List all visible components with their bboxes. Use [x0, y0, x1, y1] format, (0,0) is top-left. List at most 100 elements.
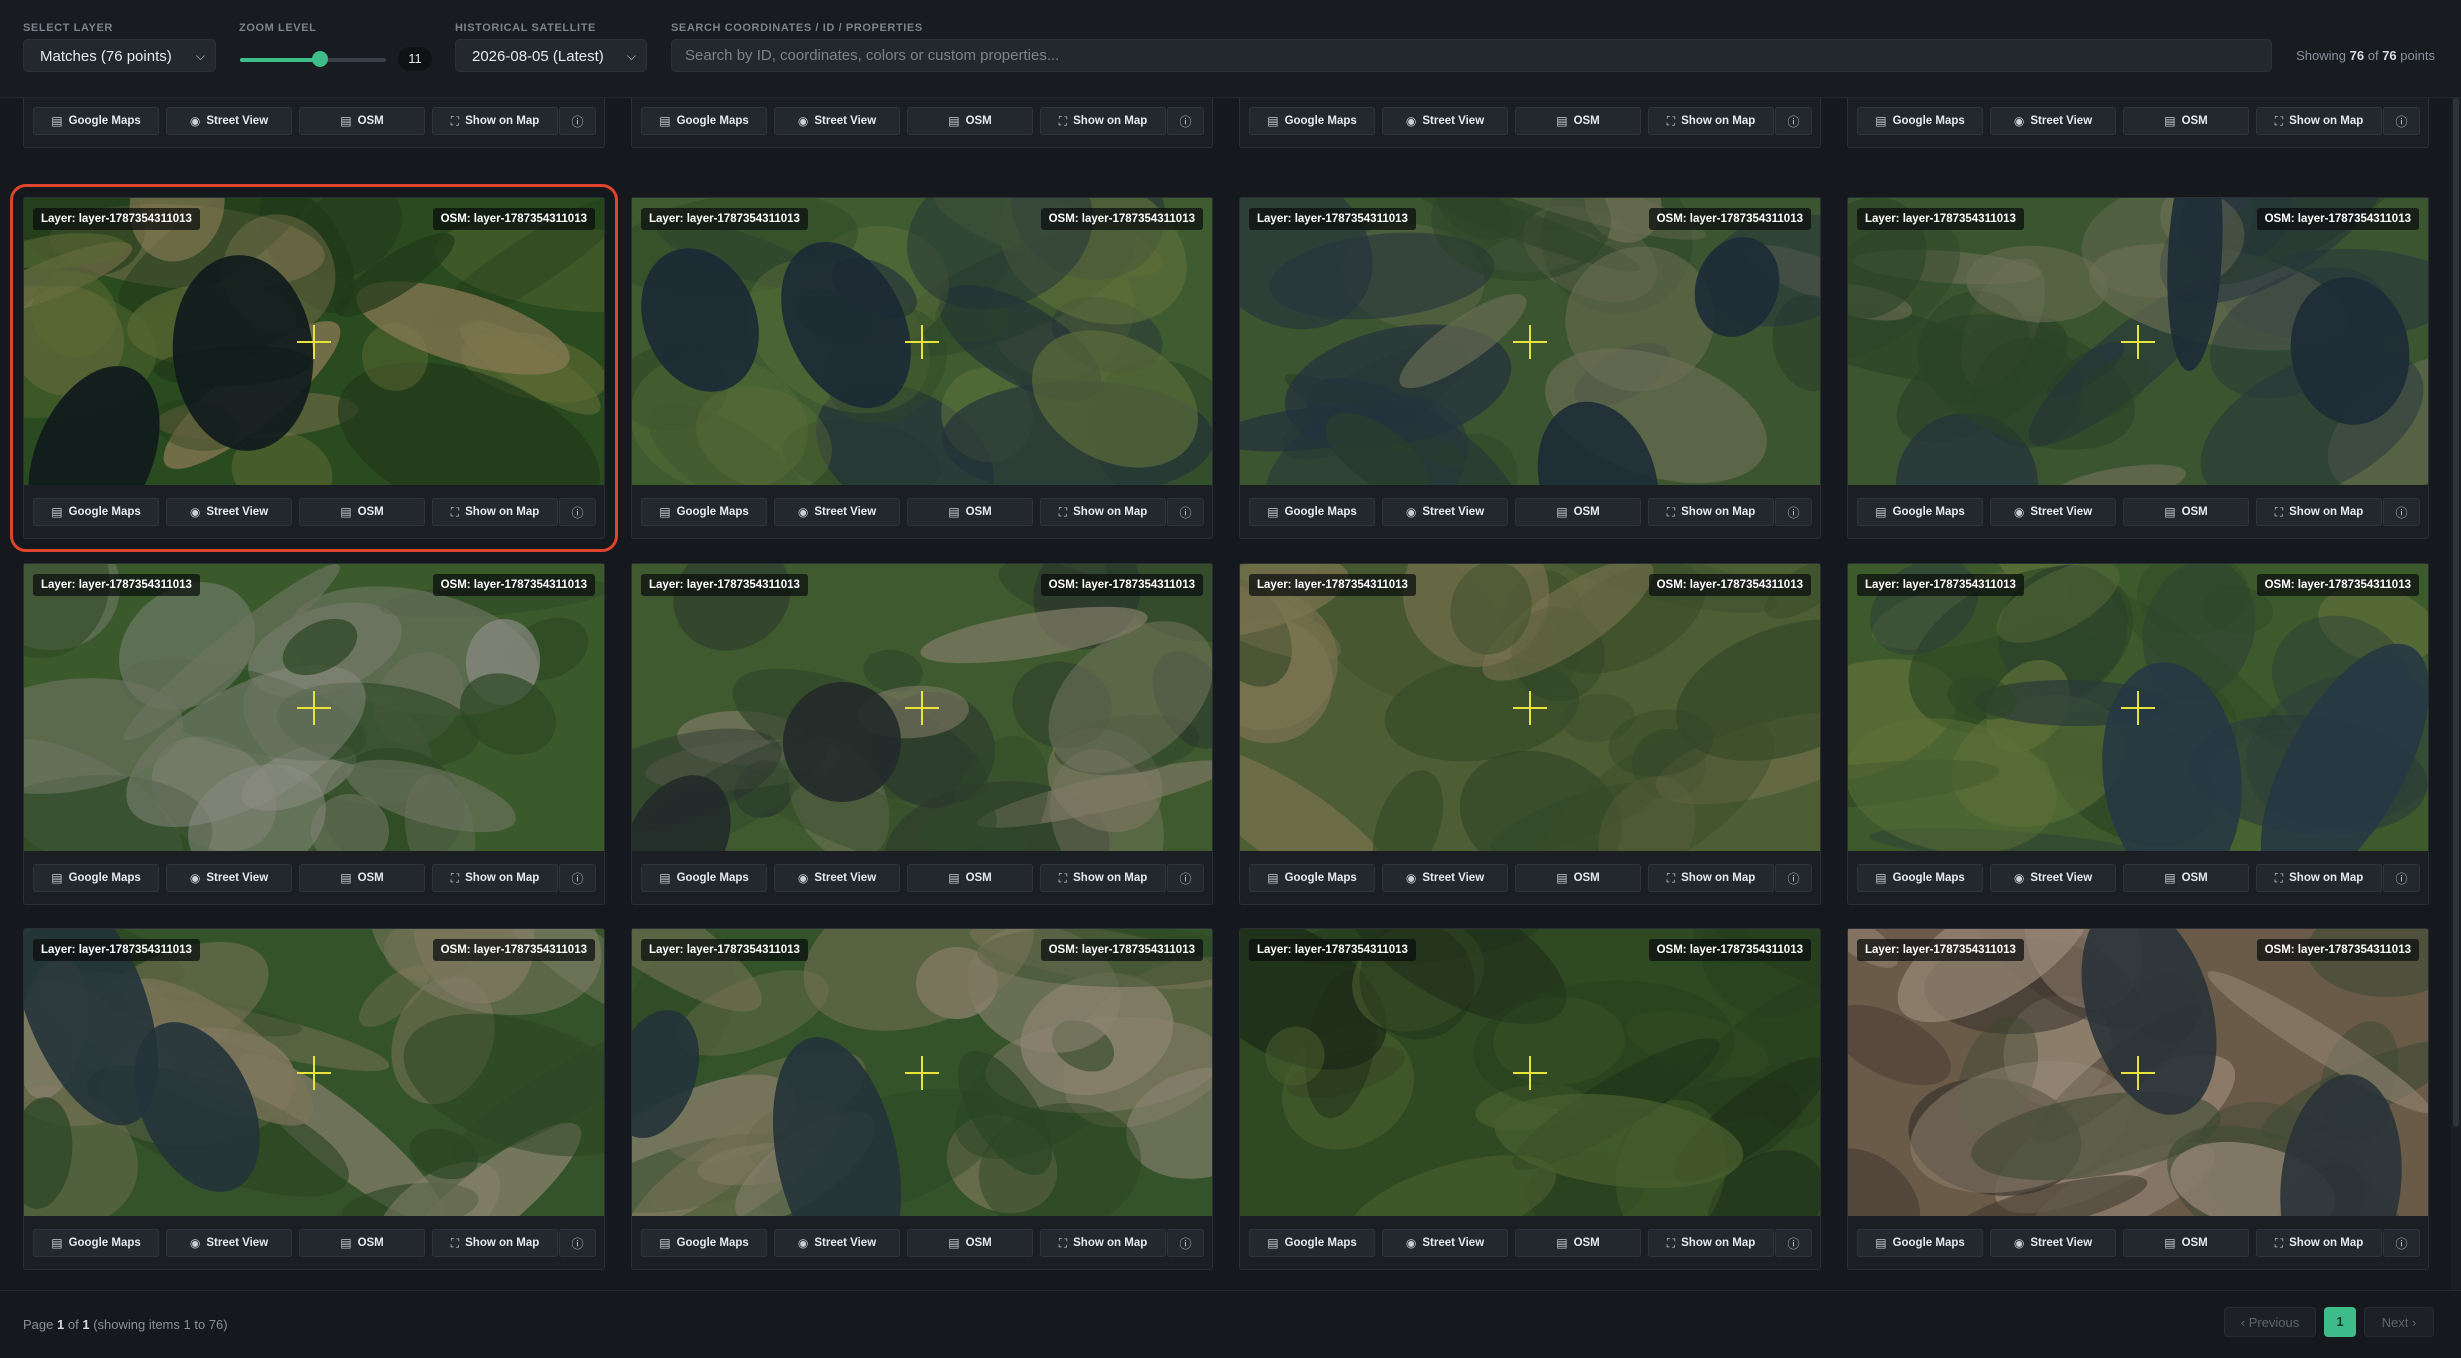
show-on-map-button[interactable]: ⛶ Show on Map — [1040, 498, 1166, 526]
street-view-button[interactable]: ◉ Street View — [166, 107, 292, 135]
show-on-map-button[interactable]: ⛶ Show on Map — [1040, 107, 1166, 135]
osm-button[interactable]: ▤ OSM — [299, 1229, 425, 1257]
show-on-map-button[interactable]: ⛶ Show on Map — [2256, 864, 2382, 892]
result-card[interactable]: Layer: layer-1787354311013 OSM: layer-17… — [631, 197, 1213, 539]
osm-button[interactable]: ▤ OSM — [907, 864, 1033, 892]
street-view-button[interactable]: ◉ Street View — [1382, 1229, 1508, 1257]
google-maps-button[interactable]: ▤ Google Maps — [33, 1229, 159, 1257]
osm-button[interactable]: ▤ OSM — [907, 498, 1033, 526]
google-maps-button[interactable]: ▤ Google Maps — [1857, 107, 1983, 135]
street-view-button[interactable]: ◉ Street View — [1990, 498, 2116, 526]
osm-button[interactable]: ▤ OSM — [907, 1229, 1033, 1257]
street-view-button[interactable]: ◉ Street View — [774, 864, 900, 892]
show-on-map-button[interactable]: ⛶ Show on Map — [432, 498, 558, 526]
info-button[interactable]: ⓘ — [1167, 107, 1204, 135]
street-view-button[interactable]: ◉ Street View — [1382, 498, 1508, 526]
google-maps-button[interactable]: ▤ Google Maps — [1249, 498, 1375, 526]
google-maps-button[interactable]: ▤ Google Maps — [33, 107, 159, 135]
show-on-map-button[interactable]: ⛶ Show on Map — [2256, 1229, 2382, 1257]
satellite-thumbnail[interactable]: Layer: layer-1787354311013 OSM: layer-17… — [632, 198, 1212, 485]
osm-button[interactable]: ▤ OSM — [907, 107, 1033, 135]
info-button[interactable]: ⓘ — [1775, 498, 1812, 526]
info-button[interactable]: ⓘ — [1775, 864, 1812, 892]
satellite-thumbnail[interactable]: Layer: layer-1787354311013 OSM: layer-17… — [632, 929, 1212, 1216]
result-card[interactable]: Layer: layer-1787354311013 OSM: layer-17… — [10, 184, 618, 552]
osm-button[interactable]: ▤ OSM — [299, 498, 425, 526]
google-maps-button[interactable]: ▤ Google Maps — [641, 107, 767, 135]
osm-button[interactable]: ▤ OSM — [2123, 1229, 2249, 1257]
search-input[interactable] — [671, 39, 2272, 72]
street-view-button[interactable]: ◉ Street View — [1990, 107, 2116, 135]
google-maps-button[interactable]: ▤ Google Maps — [641, 864, 767, 892]
previous-button[interactable]: ‹ Previous — [2224, 1307, 2316, 1337]
osm-button[interactable]: ▤ OSM — [2123, 107, 2249, 135]
result-card[interactable]: Layer: layer-1787354311013 OSM: layer-17… — [1847, 563, 2429, 905]
show-on-map-button[interactable]: ⛶ Show on Map — [1648, 498, 1774, 526]
osm-button[interactable]: ▤ OSM — [1515, 1229, 1641, 1257]
satellite-thumbnail[interactable]: Layer: layer-1787354311013 OSM: layer-17… — [1848, 198, 2428, 485]
satellite-thumbnail[interactable]: Layer: layer-1787354311013 OSM: layer-17… — [24, 564, 604, 851]
street-view-button[interactable]: ◉ Street View — [1382, 864, 1508, 892]
show-on-map-button[interactable]: ⛶ Show on Map — [1648, 1229, 1774, 1257]
satellite-thumbnail[interactable]: Layer: layer-1787354311013 OSM: layer-17… — [1848, 564, 2428, 851]
show-on-map-button[interactable]: ⛶ Show on Map — [432, 1229, 558, 1257]
satellite-thumbnail[interactable]: Layer: layer-1787354311013 OSM: layer-17… — [632, 564, 1212, 851]
street-view-button[interactable]: ◉ Street View — [1990, 1229, 2116, 1257]
osm-button[interactable]: ▤ OSM — [1515, 498, 1641, 526]
result-card[interactable]: Layer: layer-1787354311013 OSM: layer-17… — [1239, 197, 1821, 539]
show-on-map-button[interactable]: ⛶ Show on Map — [1040, 864, 1166, 892]
street-view-button[interactable]: ◉ Street View — [774, 107, 900, 135]
layer-select[interactable]: Matches (76 points) ⌵ — [23, 39, 216, 72]
satellite-thumbnail[interactable]: Layer: layer-1787354311013 OSM: layer-17… — [1240, 929, 1820, 1216]
info-button[interactable]: ⓘ — [2383, 1229, 2420, 1257]
show-on-map-button[interactable]: ⛶ Show on Map — [432, 107, 558, 135]
satellite-thumbnail[interactable]: Layer: layer-1787354311013 OSM: layer-17… — [1240, 564, 1820, 851]
show-on-map-button[interactable]: ⛶ Show on Map — [2256, 498, 2382, 526]
scrollbar[interactable] — [2451, 97, 2461, 1290]
google-maps-button[interactable]: ▤ Google Maps — [1249, 1229, 1375, 1257]
street-view-button[interactable]: ◉ Street View — [1990, 864, 2116, 892]
satellite-thumbnail[interactable]: Layer: layer-1787354311013 OSM: layer-17… — [1848, 929, 2428, 1216]
scrollbar-thumb[interactable] — [2453, 97, 2459, 1127]
show-on-map-button[interactable]: ⛶ Show on Map — [1648, 864, 1774, 892]
info-button[interactable]: ⓘ — [1775, 107, 1812, 135]
info-button[interactable]: ⓘ — [559, 1229, 596, 1257]
osm-button[interactable]: ▤ OSM — [299, 107, 425, 135]
result-card[interactable]: Layer: layer-1787354311013 OSM: layer-17… — [1847, 197, 2429, 539]
street-view-button[interactable]: ◉ Street View — [774, 1229, 900, 1257]
result-card[interactable]: Layer: layer-1787354311013 OSM: layer-17… — [23, 563, 605, 905]
google-maps-button[interactable]: ▤ Google Maps — [1857, 1229, 1983, 1257]
page-button-1[interactable]: 1 — [2324, 1307, 2356, 1337]
satellite-select[interactable]: 2026-08-05 (Latest) ⌵ — [455, 39, 647, 72]
next-button[interactable]: Next › — [2364, 1307, 2434, 1337]
google-maps-button[interactable]: ▤ Google Maps — [1857, 864, 1983, 892]
info-button[interactable]: ⓘ — [2383, 498, 2420, 526]
osm-button[interactable]: ▤ OSM — [1515, 864, 1641, 892]
info-button[interactable]: ⓘ — [1167, 1229, 1204, 1257]
show-on-map-button[interactable]: ⛶ Show on Map — [1648, 107, 1774, 135]
google-maps-button[interactable]: ▤ Google Maps — [1857, 498, 1983, 526]
info-button[interactable]: ⓘ — [559, 864, 596, 892]
info-button[interactable]: ⓘ — [559, 498, 596, 526]
osm-button[interactable]: ▤ OSM — [1515, 107, 1641, 135]
result-card[interactable]: Layer: layer-1787354311013 OSM: layer-17… — [1239, 928, 1821, 1270]
result-card[interactable]: Layer: layer-1787354311013 OSM: layer-17… — [1847, 928, 2429, 1270]
show-on-map-button[interactable]: ⛶ Show on Map — [432, 864, 558, 892]
result-card[interactable]: Layer: layer-1787354311013 OSM: layer-17… — [631, 563, 1213, 905]
google-maps-button[interactable]: ▤ Google Maps — [1249, 864, 1375, 892]
result-card[interactable]: Layer: layer-1787354311013 OSM: layer-17… — [23, 928, 605, 1270]
google-maps-button[interactable]: ▤ Google Maps — [641, 1229, 767, 1257]
result-card[interactable]: Layer: layer-1787354311013 OSM: layer-17… — [631, 928, 1213, 1270]
show-on-map-button[interactable]: ⛶ Show on Map — [2256, 107, 2382, 135]
info-button[interactable]: ⓘ — [559, 107, 596, 135]
google-maps-button[interactable]: ▤ Google Maps — [33, 498, 159, 526]
street-view-button[interactable]: ◉ Street View — [166, 498, 292, 526]
google-maps-button[interactable]: ▤ Google Maps — [641, 498, 767, 526]
info-button[interactable]: ⓘ — [1167, 864, 1204, 892]
osm-button[interactable]: ▤ OSM — [299, 864, 425, 892]
street-view-button[interactable]: ◉ Street View — [774, 498, 900, 526]
street-view-button[interactable]: ◉ Street View — [1382, 107, 1508, 135]
satellite-thumbnail[interactable]: Layer: layer-1787354311013 OSM: layer-17… — [24, 198, 604, 485]
result-card[interactable]: Layer: layer-1787354311013 OSM: layer-17… — [1239, 563, 1821, 905]
zoom-slider-thumb[interactable] — [312, 51, 328, 67]
